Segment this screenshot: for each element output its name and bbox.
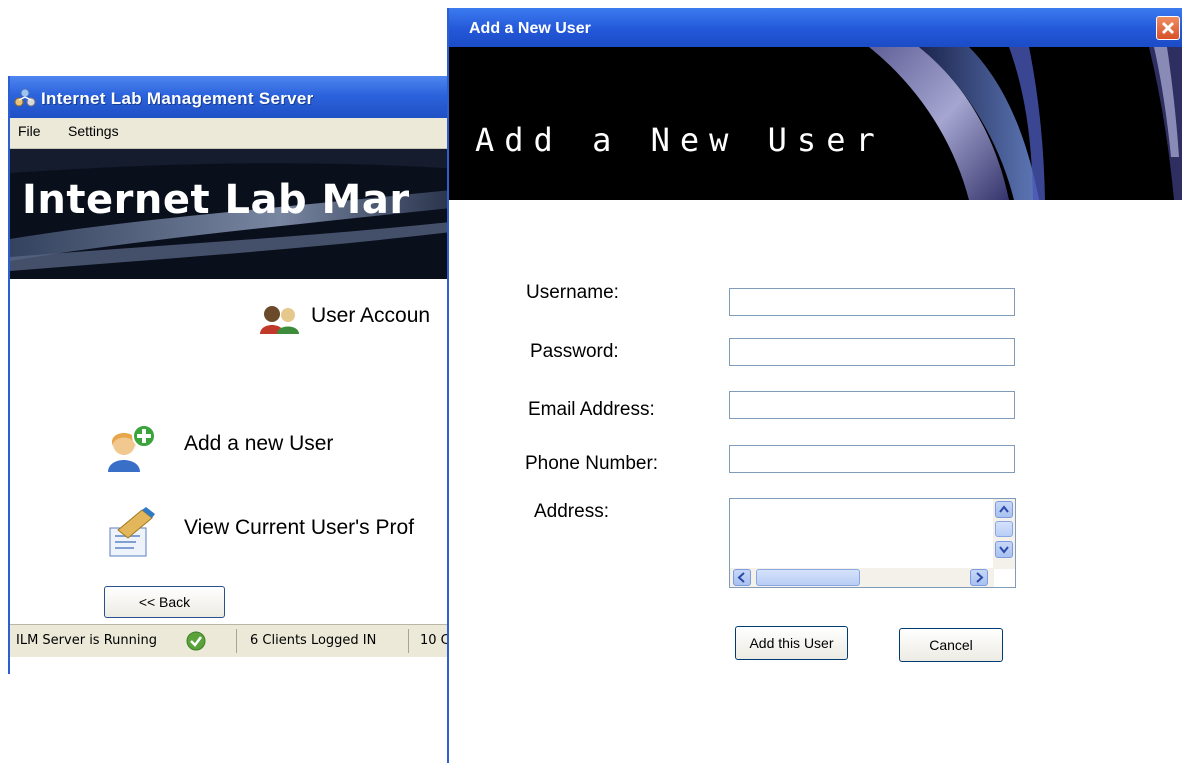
status-third-cell: 10 C <box>420 633 450 648</box>
chevron-right-icon <box>976 572 984 583</box>
phone-label: Phone Number: <box>525 453 659 474</box>
view-profile-label: View Current User's Prof <box>184 516 415 539</box>
scroll-down-button[interactable] <box>995 541 1013 558</box>
status-bar: ILM Server is Running 6 Clients Logged I… <box>10 624 458 657</box>
scroll-up-button[interactable] <box>995 501 1013 518</box>
close-icon <box>1161 21 1175 35</box>
status-divider <box>236 629 237 653</box>
username-input[interactable] <box>729 288 1015 316</box>
check-ok-icon <box>186 631 206 651</box>
phone-input[interactable] <box>729 445 1015 473</box>
email-input[interactable] <box>729 391 1015 419</box>
menu-settings[interactable]: Settings <box>68 123 119 139</box>
dialog-title: Add a New User <box>469 20 591 37</box>
edit-profile-icon <box>109 507 155 557</box>
chevron-up-icon <box>999 505 1009 513</box>
section-heading: User Accoun <box>311 304 431 327</box>
dialog-banner-title: Add a New User <box>475 121 885 159</box>
scroll-right-button[interactable] <box>970 569 988 586</box>
add-this-user-button[interactable]: Add this User <box>735 626 848 660</box>
scroll-left-button[interactable] <box>733 569 751 586</box>
chevron-left-icon <box>737 572 745 583</box>
address-textarea[interactable] <box>730 499 991 568</box>
main-window-title: Internet Lab Management Server <box>41 89 314 108</box>
vertical-scroll-thumb[interactable] <box>995 521 1013 537</box>
back-button[interactable]: << Back <box>104 586 225 618</box>
status-server-running: ILM Server is Running <box>16 633 157 648</box>
add-user-dialog: Add a New User Add a New User Username: … <box>447 8 1182 763</box>
main-banner-title: Internet Lab Mar <box>22 177 410 223</box>
main-banner: Internet Lab Mar <box>10 149 458 279</box>
dialog-titlebar[interactable]: Add a New User <box>449 8 1182 47</box>
main-titlebar[interactable]: Internet Lab Management Server <box>10 76 458 118</box>
status-clients-logged-in: 6 Clients Logged IN <box>250 633 377 648</box>
chevron-down-icon <box>999 546 1009 554</box>
password-label: Password: <box>530 341 619 362</box>
cancel-button[interactable]: Cancel <box>899 628 1003 662</box>
menu-file[interactable]: File <box>18 123 41 139</box>
address-label: Address: <box>534 501 609 522</box>
user-accounts-icon <box>260 306 299 334</box>
email-label: Email Address: <box>528 399 655 420</box>
password-input[interactable] <box>729 338 1015 366</box>
dialog-banner: Add a New User <box>449 47 1182 200</box>
add-user-icon <box>108 424 156 472</box>
horizontal-scrollbar[interactable] <box>730 568 994 587</box>
status-divider <box>408 629 409 653</box>
add-new-user-label: Add a new User <box>184 432 334 455</box>
address-field <box>729 498 1016 588</box>
menubar: File Settings <box>10 118 458 149</box>
horizontal-scroll-thumb[interactable] <box>756 569 860 586</box>
main-window: Internet Lab Management Server File Sett… <box>8 76 458 674</box>
vertical-scrollbar[interactable] <box>993 499 1015 569</box>
close-button[interactable] <box>1156 16 1180 40</box>
network-app-icon <box>14 88 36 107</box>
username-label: Username: <box>526 282 619 303</box>
